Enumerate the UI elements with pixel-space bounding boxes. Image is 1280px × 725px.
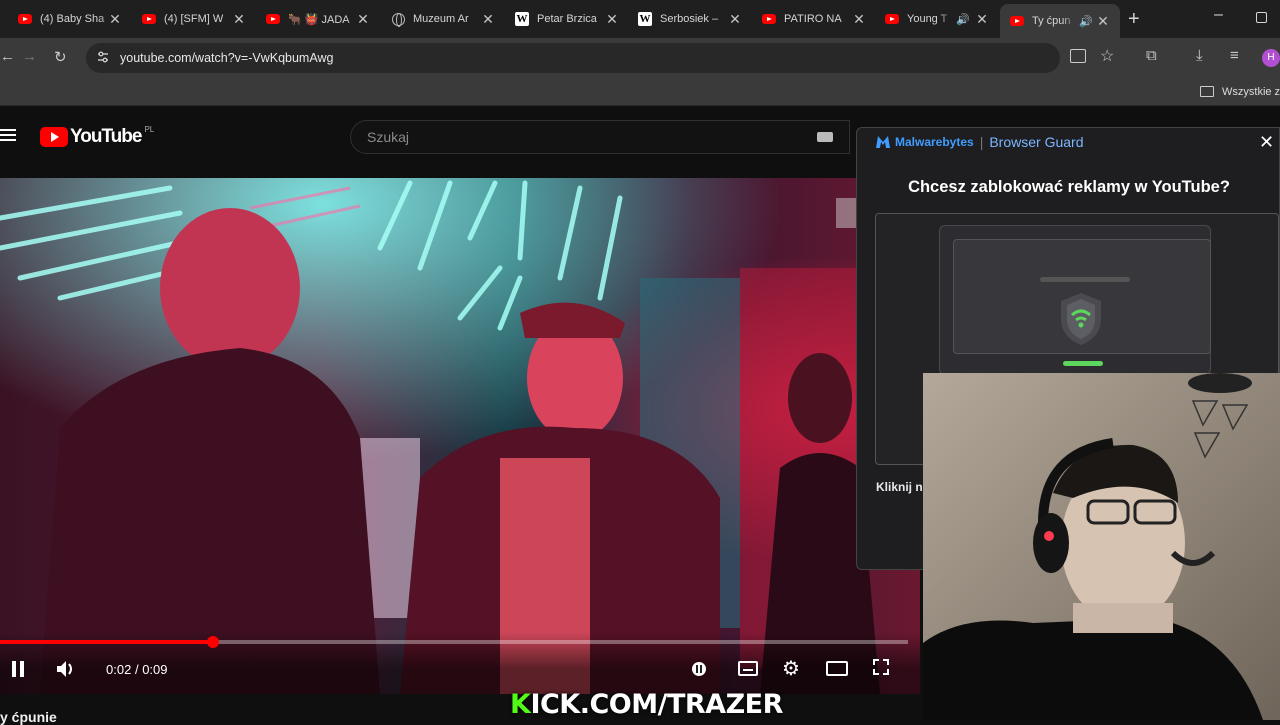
- close-tab-icon[interactable]: ✕: [356, 11, 370, 27]
- volume-icon[interactable]: [56, 660, 76, 678]
- tab-9-active[interactable]: Ty ćpun 🔊 ✕: [1000, 4, 1120, 38]
- close-tab-icon[interactable]: ✕: [232, 11, 246, 27]
- globe-icon: [391, 12, 405, 27]
- hamburger-menu-icon[interactable]: [0, 128, 16, 142]
- tab-5[interactable]: W Petar Brzica ✕: [515, 6, 619, 32]
- close-tab-icon[interactable]: ✕: [1096, 13, 1110, 29]
- extensions-icon[interactable]: ⧉: [1146, 47, 1157, 64]
- youtube-icon: [18, 12, 32, 26]
- time-separator: /: [134, 662, 139, 677]
- popup-header: Malwarebytes | Browser Guard: [875, 134, 1084, 150]
- separator: |: [979, 134, 984, 150]
- status-bar: [1063, 361, 1103, 366]
- close-tab-icon[interactable]: ✕: [728, 11, 742, 27]
- profile-avatar[interactable]: H: [1262, 49, 1280, 67]
- progress-played: [0, 640, 213, 644]
- popup-question: Chcesz zablokować reklamy w YouTube?: [908, 178, 1230, 196]
- star-icon[interactable]: ☆: [1100, 46, 1114, 66]
- tab-2[interactable]: (4) [SFM] W ✕: [142, 6, 246, 32]
- search-box[interactable]: Szukaj: [350, 120, 850, 154]
- close-tab-icon[interactable]: ✕: [852, 11, 866, 27]
- pause-button[interactable]: [10, 660, 26, 678]
- youtube-logo-text: YouTube: [70, 126, 142, 147]
- close-tab-icon[interactable]: ✕: [481, 11, 495, 27]
- product-name: Browser Guard: [989, 134, 1084, 150]
- tab-6[interactable]: W Serbosiek – ✕: [638, 6, 742, 32]
- webcam-frame: [923, 373, 1280, 720]
- video-frame: [0, 178, 920, 694]
- youtube-icon: [762, 12, 776, 26]
- subtitles-icon[interactable]: [738, 661, 758, 676]
- video-player[interactable]: 0:02 / 0:09 ⚙: [0, 178, 920, 694]
- kick-overlay-text: KICK.COM/TRAZER: [510, 689, 783, 720]
- fullscreen-icon[interactable]: [872, 658, 890, 676]
- popup-footer-text: Kliknij n: [876, 480, 923, 494]
- tab-title: Young T: [907, 13, 948, 25]
- browser-illustration: [939, 225, 1211, 375]
- shield-icon: [1057, 291, 1105, 347]
- youtube-logo[interactable]: YouTube PL: [40, 124, 155, 148]
- progress-bar[interactable]: [0, 636, 908, 648]
- close-popup-button[interactable]: ✕: [1259, 132, 1274, 153]
- folder-icon: [1200, 86, 1214, 97]
- speaker-icon[interactable]: 🔊: [956, 13, 970, 26]
- autoplay-toggle[interactable]: [692, 662, 706, 676]
- tab-strip: (4) Baby Sha ✕ (4) [SFM] W ✕ 🐂 👹 JADA ✕ …: [0, 0, 1280, 38]
- youtube-icon: [1010, 14, 1024, 28]
- search-input[interactable]: Szukaj: [367, 129, 409, 145]
- region-code: PL: [144, 124, 155, 134]
- browser-toolbar: ← → ↻ youtube.com/watch?v=-VwKqbumAwg ☆ …: [0, 38, 1280, 78]
- speaker-icon[interactable]: 🔊: [1079, 15, 1093, 28]
- keyboard-icon[interactable]: [817, 132, 833, 142]
- brand-name: Malwarebytes: [895, 135, 974, 149]
- maximize-button[interactable]: [1256, 12, 1267, 23]
- back-arrow-icon[interactable]: ←: [0, 48, 15, 65]
- tab-4[interactable]: Muzeum Ar ✕: [391, 6, 495, 32]
- time-display: 0:02 / 0:09: [106, 662, 168, 677]
- time-current: 0:02: [106, 662, 132, 677]
- tab-1[interactable]: (4) Baby Sha ✕: [18, 6, 122, 32]
- download-icon[interactable]: ⤓: [1196, 47, 1203, 64]
- cast-icon[interactable]: [1070, 49, 1086, 63]
- new-tab-button[interactable]: +: [1128, 8, 1140, 31]
- wikipedia-icon: W: [515, 12, 529, 26]
- close-tab-icon[interactable]: ✕: [605, 11, 619, 27]
- youtube-icon: [885, 12, 899, 26]
- media-controls-icon[interactable]: ≡: [1230, 47, 1239, 64]
- scrubber-handle[interactable]: [207, 636, 219, 648]
- all-bookmarks-label[interactable]: Wszystkie za: [1222, 86, 1280, 98]
- kick-url: ICK.COM/TRAZER: [530, 689, 783, 720]
- tab-7[interactable]: PATIRO NA ✕: [762, 6, 866, 32]
- video-title: y ćpunie: [0, 709, 57, 725]
- kick-k-letter: K: [510, 689, 531, 720]
- url-text[interactable]: youtube.com/watch?v=-VwKqbumAwg: [120, 51, 333, 65]
- webcam-overlay: [923, 373, 1280, 720]
- wikipedia-icon: W: [638, 12, 652, 26]
- forward-arrow-icon[interactable]: →: [22, 48, 37, 65]
- site-settings-icon[interactable]: [96, 50, 110, 64]
- tab-8[interactable]: Young T 🔊 ✕: [885, 6, 989, 32]
- tab-title: Ty ćpun: [1032, 15, 1071, 27]
- youtube-logo-icon: [40, 127, 68, 147]
- youtube-icon: [142, 12, 156, 26]
- tab-3[interactable]: 🐂 👹 JADA ✕: [266, 6, 370, 32]
- close-tab-icon[interactable]: ✕: [975, 11, 989, 27]
- youtube-icon: [266, 12, 280, 26]
- close-tab-icon[interactable]: ✕: [108, 11, 122, 27]
- reload-icon[interactable]: ↻: [54, 48, 67, 66]
- time-total: 0:09: [142, 662, 168, 677]
- bookmarks-bar: Wszystkie za: [0, 78, 1280, 106]
- address-bar[interactable]: youtube.com/watch?v=-VwKqbumAwg ☆: [86, 43, 1114, 73]
- settings-gear-icon[interactable]: ⚙: [782, 656, 800, 681]
- theater-mode-icon[interactable]: [826, 661, 848, 676]
- malwarebytes-logo-icon: [875, 135, 891, 149]
- minimize-button[interactable]: –: [1214, 6, 1223, 24]
